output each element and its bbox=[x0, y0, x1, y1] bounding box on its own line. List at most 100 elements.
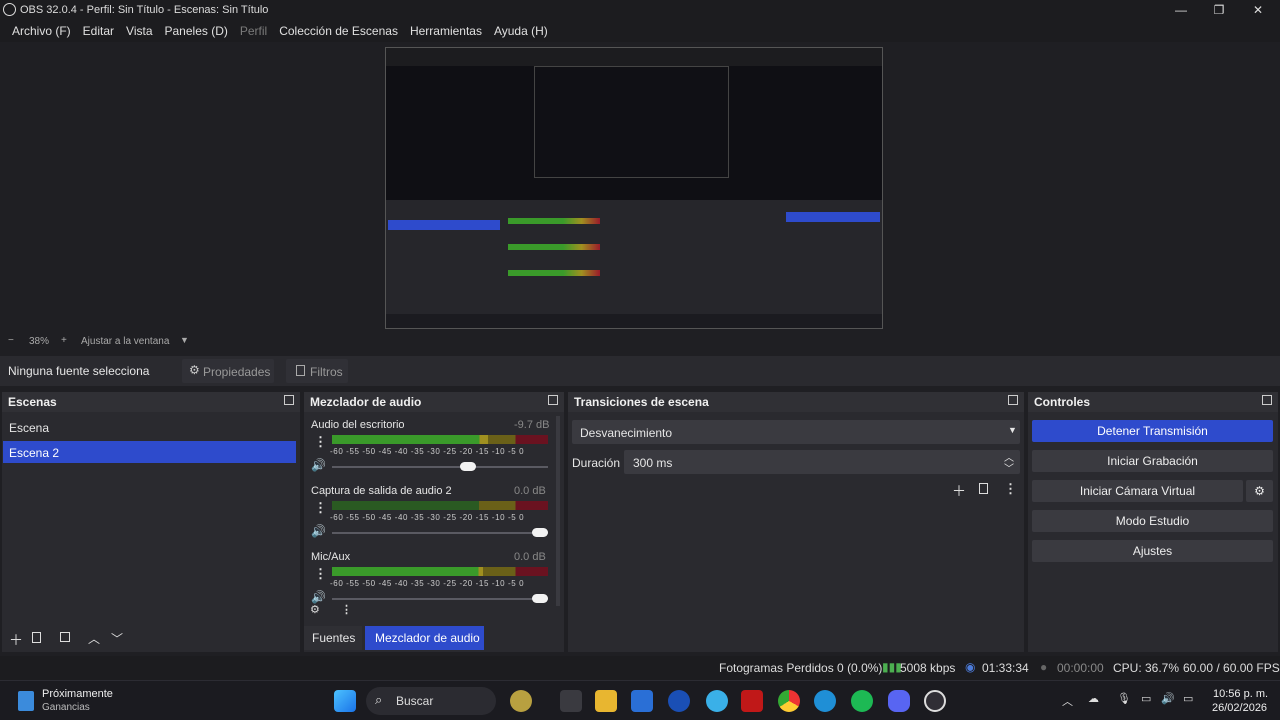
channel-db: 0.0 dB bbox=[514, 485, 546, 497]
search-icon: ⌕ bbox=[375, 692, 383, 707]
scenes-dock: Escenas Escena Escena 2 ＋ ︿ ﹀ bbox=[2, 392, 300, 652]
preview-mini-meter bbox=[508, 270, 600, 276]
advanced-audio-icon[interactable]: ⚙ bbox=[310, 603, 320, 616]
spotify-icon[interactable] bbox=[851, 690, 873, 712]
scene-item[interactable]: Escena bbox=[2, 416, 300, 438]
widget-icon[interactable] bbox=[18, 691, 34, 711]
filters-button[interactable]: Filtros bbox=[286, 359, 348, 383]
chevron-down-icon[interactable]: ▼ bbox=[180, 335, 189, 345]
menu-herramientas[interactable]: Herramientas bbox=[404, 24, 488, 38]
volume-icon[interactable]: 🔊 bbox=[1161, 692, 1175, 705]
scenes-title: Escenas bbox=[8, 395, 57, 409]
volume-icon[interactable]: 🔊 bbox=[311, 590, 326, 604]
duration-field[interactable]: 300 ms ︿ ﹀ bbox=[624, 450, 1020, 475]
trash-icon[interactable] bbox=[979, 483, 988, 494]
virtual-camera-settings-button[interactable]: ⚙ bbox=[1246, 480, 1273, 502]
no-source-label: Ninguna fuente selecciona bbox=[8, 364, 150, 378]
gear-icon: ⚙ bbox=[189, 363, 200, 377]
volume-icon[interactable]: 🔊 bbox=[311, 458, 326, 472]
weather-icon[interactable] bbox=[510, 690, 532, 712]
widget-title[interactable]: Próximamente bbox=[42, 688, 113, 700]
channel-db: 0.0 dB bbox=[514, 551, 546, 563]
volume-slider-track[interactable] bbox=[332, 466, 548, 468]
kebab-menu-icon[interactable]: ⋮ bbox=[341, 603, 352, 616]
source-mixer-tabs: Fuentes Mezclador de audio bbox=[304, 626, 564, 652]
preview-canvas[interactable] bbox=[385, 47, 883, 329]
network-icon[interactable]: ▭ bbox=[1141, 692, 1151, 705]
arrow-down-icon[interactable]: ﹀ bbox=[111, 630, 123, 647]
menu-ayuda[interactable]: Ayuda (H) bbox=[488, 24, 554, 38]
mcafee-icon[interactable] bbox=[741, 690, 763, 712]
menu-vista[interactable]: Vista bbox=[120, 24, 158, 38]
spin-down-icon[interactable]: ﹀ bbox=[1004, 460, 1014, 475]
add-icon[interactable]: ＋ bbox=[9, 630, 23, 650]
volume-slider-track[interactable] bbox=[332, 598, 548, 600]
duration-value: 300 ms bbox=[633, 456, 673, 470]
search-label: Buscar bbox=[396, 694, 434, 708]
add-transition-icon[interactable]: ＋ bbox=[952, 481, 966, 501]
kebab-menu-icon[interactable]: ⋮ bbox=[314, 566, 327, 582]
menu-editar[interactable]: Editar bbox=[77, 24, 120, 38]
window-title: OBS 32.0.4 - Perfil: Sin Título - Escena… bbox=[20, 4, 269, 16]
undock-icon[interactable] bbox=[284, 395, 294, 405]
taskbar-search[interactable]: ⌕ Buscar bbox=[366, 687, 496, 715]
clock-date[interactable]: 26/02/2026 bbox=[1212, 702, 1267, 714]
volume-slider-track[interactable] bbox=[332, 532, 548, 534]
windows-start-icon[interactable] bbox=[334, 690, 356, 712]
hp-icon[interactable] bbox=[668, 690, 690, 712]
studio-mode-button[interactable]: Modo Estudio bbox=[1032, 510, 1273, 532]
zoom-out-button[interactable]: − bbox=[8, 335, 14, 346]
channel-name: Audio del escritorio bbox=[311, 419, 405, 431]
transition-select[interactable]: Desvanecimiento ▼ bbox=[572, 420, 1020, 444]
tab-fuentes[interactable]: Fuentes bbox=[304, 626, 362, 650]
fit-window-select[interactable]: Ajustar a la ventana bbox=[81, 336, 169, 347]
edge-icon[interactable] bbox=[814, 690, 836, 712]
channel-name: Mic/Aux bbox=[311, 551, 351, 563]
task-view-icon[interactable] bbox=[560, 690, 582, 712]
kebab-menu-icon[interactable]: ⋮ bbox=[1004, 481, 1017, 497]
menu-perfil[interactable]: Perfil bbox=[234, 24, 273, 38]
store-icon[interactable] bbox=[631, 690, 653, 712]
obs-taskbar-icon[interactable] bbox=[924, 690, 946, 712]
chrome-icon[interactable] bbox=[778, 690, 800, 712]
stop-streaming-button[interactable]: Detener Transmisión bbox=[1032, 420, 1273, 442]
undock-icon[interactable] bbox=[548, 395, 558, 405]
cloud-icon[interactable]: ☁ bbox=[1088, 692, 1099, 705]
mixer-header: Mezclador de audio bbox=[304, 392, 564, 412]
trash-icon[interactable] bbox=[32, 632, 41, 643]
battery-icon[interactable]: ▭ bbox=[1183, 692, 1193, 705]
filter-icon[interactable] bbox=[60, 632, 70, 642]
volume-slider-knob[interactable] bbox=[532, 528, 548, 537]
app-icon[interactable] bbox=[706, 690, 728, 712]
kebab-menu-icon[interactable]: ⋮ bbox=[314, 500, 327, 516]
mixer-scrollbar[interactable] bbox=[556, 416, 560, 606]
undock-icon[interactable] bbox=[1008, 395, 1018, 405]
restore-icon[interactable]: ❐ bbox=[1211, 2, 1227, 18]
chevron-up-icon[interactable]: ︿ bbox=[1062, 693, 1073, 709]
zoom-in-button[interactable]: + bbox=[61, 335, 67, 346]
volume-slider-knob[interactable] bbox=[532, 594, 548, 603]
discord-icon[interactable] bbox=[888, 690, 910, 712]
volume-slider-knob[interactable] bbox=[460, 462, 476, 471]
settings-button[interactable]: Ajustes bbox=[1032, 540, 1273, 562]
microphone-icon[interactable]: 🎙 bbox=[1117, 692, 1131, 705]
menu-paneles[interactable]: Paneles (D) bbox=[159, 24, 234, 38]
menu-coleccion-escenas[interactable]: Colección de Escenas bbox=[273, 24, 404, 38]
minimize-icon[interactable]: — bbox=[1173, 2, 1189, 18]
properties-button[interactable]: ⚙ Propiedades bbox=[182, 359, 274, 383]
gear-icon: ⚙ bbox=[1254, 484, 1265, 498]
arrow-up-icon[interactable]: ︿ bbox=[88, 630, 100, 647]
start-virtual-camera-button[interactable]: Iniciar Cámara Virtual bbox=[1032, 480, 1243, 502]
close-icon[interactable]: ✕ bbox=[1250, 2, 1266, 18]
volume-icon[interactable]: 🔊 bbox=[311, 524, 326, 538]
undock-icon[interactable] bbox=[1262, 395, 1272, 405]
controls-dock: Controles Detener Transmisión Iniciar Gr… bbox=[1028, 392, 1278, 652]
clock-time[interactable]: 10:56 p. m. bbox=[1213, 688, 1268, 700]
kebab-menu-icon[interactable]: ⋮ bbox=[314, 434, 327, 450]
file-explorer-icon[interactable] bbox=[595, 690, 617, 712]
tab-mixer[interactable]: Mezclador de audio bbox=[365, 626, 484, 650]
filters-label: Filtros bbox=[310, 365, 343, 379]
scene-item-selected[interactable]: Escena 2 bbox=[3, 441, 296, 463]
menu-archivo[interactable]: Archivo (F) bbox=[6, 24, 77, 38]
start-recording-button[interactable]: Iniciar Grabación bbox=[1032, 450, 1273, 472]
